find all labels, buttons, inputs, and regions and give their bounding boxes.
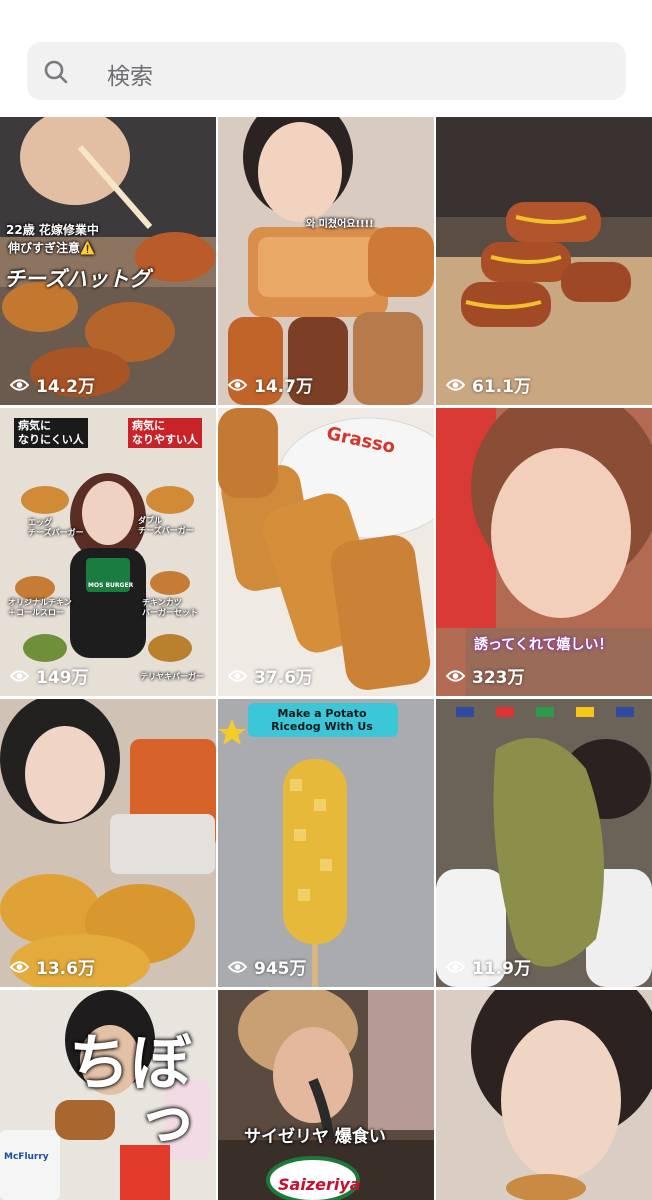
thumbnail-image: [0, 117, 216, 405]
video-grid: 22歳 花嫁修業中 伸びすぎ注意⚠️ チーズハットグ 14.2万 와 미쳤어요!…: [0, 117, 652, 1200]
view-count: 323万: [446, 663, 525, 688]
eye-icon: [446, 960, 465, 973]
thumbnail-image: [0, 408, 216, 696]
video-tile[interactable]: 13.6万: [0, 699, 216, 987]
view-count-label: 323万: [472, 668, 525, 688]
eye-icon: [446, 669, 465, 682]
tile-title: ぼっち: [57, 1030, 192, 1154]
thumbnail-image: [436, 699, 652, 987]
view-count: 11.9万: [446, 954, 531, 979]
tile-caption: サイゼリヤ 爆食い: [244, 1127, 386, 1147]
view-count: 13.6万: [10, 954, 95, 979]
eye-icon: [228, 669, 247, 682]
eye-icon: [228, 960, 247, 973]
video-tile[interactable]: 와 미쳤어요!!!! 14.7万: [218, 117, 434, 405]
thumbnail-image: [218, 408, 434, 696]
tile-caption: 病気に なりやすい人: [128, 418, 202, 448]
tile-caption: 22歳 花嫁修業中: [6, 223, 99, 237]
thumbnail-image: [218, 117, 434, 405]
video-tile[interactable]: 病気に なりにくい人 病気に なりやすい人 エッグ チーズバーガー ダブル チー…: [0, 408, 216, 696]
logo-text: MOS BURGER: [88, 582, 134, 589]
thumbnail-image: [436, 990, 652, 1200]
eye-icon: [228, 378, 247, 391]
eye-icon: [10, 669, 29, 682]
eye-icon: [446, 378, 465, 391]
item-label: ダブル チーズバーガー: [138, 516, 194, 535]
search-bar[interactable]: 検索: [27, 42, 626, 100]
tile-caption: 伸びすぎ注意⚠️: [8, 241, 95, 255]
tile-caption: 와 미쳤어요!!!!: [306, 219, 374, 230]
view-count: 14.2万: [10, 372, 95, 397]
item-label: チキンカツ バーガーセット: [142, 598, 198, 617]
video-tile[interactable]: [436, 990, 652, 1200]
item-label: エッグ チーズバーガー: [28, 518, 84, 537]
view-count: 14.7万: [228, 372, 313, 397]
view-count-label: 37.6万: [254, 668, 313, 688]
video-tile[interactable]: 61.1万: [436, 117, 652, 405]
video-tile[interactable]: 22歳 花嫁修業中 伸びすぎ注意⚠️ チーズハットグ 14.2万: [0, 117, 216, 405]
eye-icon: [10, 378, 29, 391]
item-label: テリヤキバーガー: [140, 672, 204, 681]
thumbnail-image: [0, 699, 216, 987]
tile-title: チーズハットグ: [4, 267, 150, 291]
item-label: オリジナルチキン ＋コールスロー: [8, 598, 72, 617]
cup-text: McFlurry: [4, 1152, 49, 1162]
view-count-label: 14.7万: [254, 377, 313, 397]
view-count: 37.6万: [228, 663, 313, 688]
view-count-label: 149万: [36, 668, 89, 688]
thumbnail-image: [218, 699, 434, 987]
view-count-label: 61.1万: [472, 377, 531, 397]
search-icon: [44, 60, 68, 84]
view-count: 149万: [10, 663, 89, 688]
video-tile[interactable]: ぼっち McFlurry: [0, 990, 216, 1200]
thumbnail-image: [436, 117, 652, 405]
view-count-label: 13.6万: [36, 959, 95, 979]
view-count-label: 945万: [254, 959, 307, 979]
video-tile[interactable]: サイゼリヤ 爆食い Saizeriya: [218, 990, 434, 1200]
video-tile[interactable]: 11.9万: [436, 699, 652, 987]
view-count-label: 11.9万: [472, 959, 531, 979]
video-tile[interactable]: Make a Potato Ricedog With Us 945万: [218, 699, 434, 987]
eye-icon: [10, 960, 29, 973]
video-tile[interactable]: 誘ってくれて嬉しい！ 323万: [436, 408, 652, 696]
thumbnail-image: [218, 990, 434, 1200]
search-placeholder: 検索: [107, 64, 153, 90]
banner-text: Make a Potato Ricedog With Us: [271, 707, 373, 733]
tile-caption: 病気に なりにくい人: [14, 418, 88, 448]
tile-caption: 誘ってくれて嬉しい！: [474, 637, 613, 653]
view-count-label: 14.2万: [36, 377, 95, 397]
logo-text: Saizeriya: [278, 1175, 361, 1194]
video-tile[interactable]: Grasso 37.6万: [218, 408, 434, 696]
view-count: 945万: [228, 954, 307, 979]
view-count: 61.1万: [446, 372, 531, 397]
